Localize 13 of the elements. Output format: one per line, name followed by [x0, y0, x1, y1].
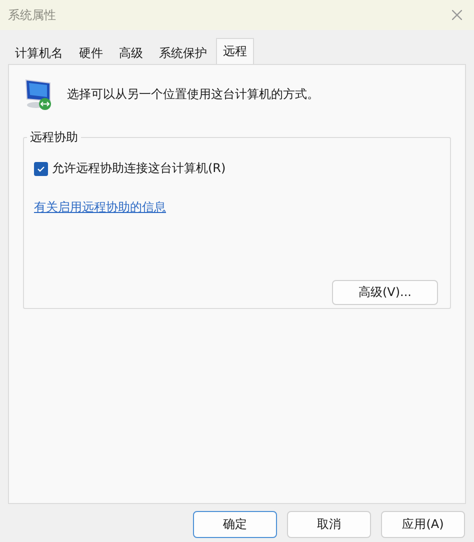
info-link[interactable]: 有关启用远程协助的信息 [34, 199, 166, 216]
checkbox[interactable] [34, 162, 48, 176]
dialog-button[interactable]: 应用(A) [381, 511, 465, 538]
checkbox-label: 允许远程协助连接这台计算机(R) [52, 160, 226, 177]
window-title: 系统属性 [8, 6, 56, 24]
dialog-button[interactable]: 取消 [287, 511, 371, 538]
group-title: 远程协助 [29, 129, 79, 146]
advanced-button[interactable]: 高级(V)... [332, 280, 438, 305]
intro-text: 选择可以从另一个位置使用这台计算机的方式。 [67, 86, 319, 102]
check-icon [37, 164, 45, 172]
dialog-button[interactable]: 确定 [193, 511, 277, 538]
close-icon[interactable] [452, 10, 462, 20]
tab[interactable]: 远程 [216, 38, 254, 64]
